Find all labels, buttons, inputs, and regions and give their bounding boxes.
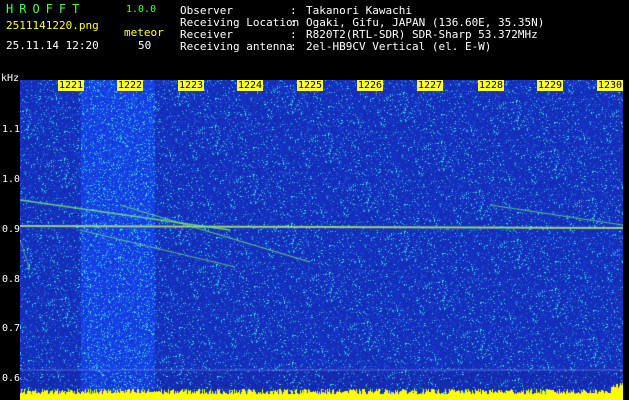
x-tick: 1227 [417, 80, 444, 91]
x-tick: 1228 [478, 80, 505, 91]
file-name: 2511141220.png [6, 19, 99, 32]
app-version: 1.0.0 [126, 4, 157, 15]
x-tick: 1230 [597, 80, 624, 91]
detection-count: 50 [138, 39, 152, 52]
detection-type: meteor [124, 26, 164, 39]
x-tick: 1222 [117, 80, 144, 91]
y-axis-unit: kHz [1, 73, 20, 84]
x-tick: 1223 [178, 80, 205, 91]
y-tick: 1.1 [2, 124, 21, 135]
y-tick: 0.8 [2, 274, 21, 285]
x-tick: 1226 [357, 80, 384, 91]
x-tick: 1224 [237, 80, 264, 91]
hrofft-window: HROFFT 1.0.0 2511141220.png 25.11.14 12:… [0, 0, 629, 400]
y-tick: 0.7 [2, 323, 21, 334]
info-key-antenna: Receiving antenna [180, 40, 293, 53]
y-tick: 0.9 [2, 224, 21, 235]
info-separator: : [290, 40, 297, 53]
x-tick: 1221 [58, 80, 85, 91]
x-tick: 1225 [297, 80, 324, 91]
app-title: HROFFT [6, 2, 86, 16]
spectrogram [20, 80, 623, 400]
date-time: 25.11.14 12:20 [6, 39, 99, 52]
info-value-antenna: 2el-HB9CV Vertical (el. E-W) [306, 40, 492, 53]
x-tick: 1229 [537, 80, 564, 91]
y-tick: 0.6 [2, 373, 21, 384]
y-tick: 1.0 [2, 174, 21, 185]
